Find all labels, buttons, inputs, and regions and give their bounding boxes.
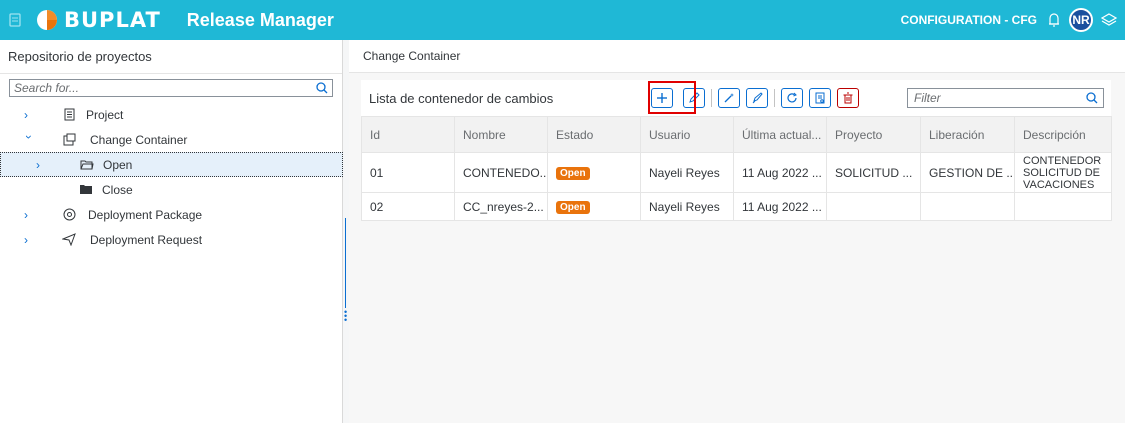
- change-container-table: Id Nombre Estado Usuario Última actual..…: [361, 116, 1112, 221]
- table-row[interactable]: 02 CC_nreyes-2... Open Nayeli Reyes 11 A…: [361, 192, 1112, 221]
- status-badge: Open: [556, 167, 590, 180]
- search-field[interactable]: [9, 79, 333, 97]
- column-header-nombre[interactable]: Nombre: [454, 116, 548, 153]
- search-input[interactable]: [10, 81, 312, 95]
- cell-liberacion: [920, 192, 1015, 221]
- cell-liberacion: GESTION DE ...: [920, 152, 1015, 193]
- change-container-list: Lista de contenedor de cambios Filter Id…: [361, 80, 1112, 221]
- logo-text: BUPLAT: [64, 8, 161, 32]
- cell-nombre: CC_nreyes-2...: [454, 192, 548, 221]
- column-header-ultima-actualizacion[interactable]: Última actual...: [733, 116, 827, 153]
- tree-item-open[interactable]: › Open: [0, 152, 343, 177]
- cell-descripcion: CONTENEDOR SOLICITUD DE VACACIONES: [1014, 152, 1112, 193]
- splitter-grip-icon[interactable]: • • •: [344, 308, 347, 325]
- magic-wand-icon: [724, 93, 734, 103]
- chevron-right-icon[interactable]: ›: [24, 208, 34, 222]
- add-button-highlight: [648, 81, 696, 114]
- tree-item-deployment-request[interactable]: › Deployment Request: [0, 227, 343, 252]
- search-icon[interactable]: [312, 82, 332, 94]
- refresh-button[interactable]: [781, 88, 803, 108]
- cell-estado: Open: [547, 152, 641, 193]
- report-button[interactable]: [809, 88, 831, 108]
- column-header-usuario[interactable]: Usuario: [640, 116, 734, 153]
- tree-item-label: Close: [102, 182, 133, 197]
- package-icon: [62, 208, 76, 222]
- notifications-icon[interactable]: [1047, 12, 1061, 28]
- search-icon[interactable]: [1081, 92, 1103, 104]
- tree-item-label: Deployment Request: [90, 232, 203, 247]
- filter-input[interactable]: [908, 91, 1081, 105]
- column-header-id[interactable]: Id: [361, 116, 455, 153]
- delete-button[interactable]: [837, 88, 859, 108]
- logo[interactable]: BUPLAT: [36, 8, 161, 32]
- status-badge: Open: [556, 201, 590, 214]
- shell-bar: BUPLAT Release Manager CONFIGURATION - C…: [0, 0, 1125, 40]
- send-icon: [62, 233, 76, 247]
- cell-estado: Open: [547, 192, 641, 221]
- open-folder-icon: [80, 158, 94, 172]
- cell-proyecto: [826, 192, 921, 221]
- tree-item-label: Change Container: [90, 132, 188, 147]
- table-row[interactable]: 01 CONTENEDO... Open Nayeli Reyes 11 Aug…: [361, 152, 1112, 193]
- breadcrumb: Change Container: [349, 40, 1125, 73]
- configuration-label[interactable]: CONFIGURATION - CFG: [901, 13, 1037, 27]
- rocket-icon: [752, 92, 763, 104]
- tree-item-label: Deployment Package: [88, 207, 203, 222]
- cell-id: 01: [361, 152, 455, 193]
- tree-item-close[interactable]: Close: [0, 177, 343, 202]
- panel-title: Repositorio de proyectos: [0, 40, 342, 74]
- tree-item-deployment-package[interactable]: › Deployment Package: [0, 202, 343, 227]
- column-header-estado[interactable]: Estado: [547, 116, 641, 153]
- cell-proyecto: SOLICITUD ...: [826, 152, 921, 193]
- chevron-right-icon[interactable]: ›: [24, 108, 34, 122]
- closed-folder-icon: [79, 183, 93, 197]
- cell-descripcion: [1014, 192, 1112, 221]
- tree-item-label: Open: [103, 157, 133, 172]
- cell-usuario: Nayeli Reyes: [640, 152, 734, 193]
- chevron-right-icon[interactable]: ›: [36, 158, 46, 172]
- cell-nombre: CONTENEDO...: [454, 152, 548, 193]
- cell-ultima-actualizacion: 11 Aug 2022 ...: [733, 152, 827, 193]
- column-header-proyecto[interactable]: Proyecto: [826, 116, 921, 153]
- tree-item-label: Project: [86, 107, 124, 122]
- project-icon: [62, 108, 76, 122]
- menu-icon[interactable]: [0, 0, 30, 40]
- column-header-descripcion[interactable]: Descripción: [1014, 116, 1112, 153]
- chevron-right-icon[interactable]: ›: [24, 233, 34, 247]
- splitter-line: [345, 218, 346, 308]
- tree-item-change-container[interactable]: › Change Container: [0, 127, 343, 152]
- logo-icon: [36, 9, 58, 31]
- project-repository-panel: Repositorio de proyectos › Project › Cha…: [0, 40, 343, 423]
- app-title: Release Manager: [186, 9, 334, 30]
- table-header-row: Id Nombre Estado Usuario Última actual..…: [361, 116, 1112, 153]
- column-header-liberacion[interactable]: Liberación: [920, 116, 1015, 153]
- toolbar-separator: [711, 89, 712, 107]
- cell-ultima-actualizacion: 11 Aug 2022 ...: [733, 192, 827, 221]
- deploy-button[interactable]: [746, 88, 768, 108]
- project-tree: › Project › Change Container › Open Clos…: [0, 102, 343, 252]
- filter-field[interactable]: [907, 88, 1104, 108]
- avatar[interactable]: NR: [1069, 8, 1093, 32]
- refresh-icon: [787, 92, 797, 103]
- report-icon: [815, 92, 825, 104]
- cell-usuario: Nayeli Reyes: [640, 192, 734, 221]
- magic-wand-button[interactable]: [718, 88, 740, 108]
- cell-id: 02: [361, 192, 455, 221]
- layers-icon[interactable]: [1101, 13, 1117, 27]
- chevron-down-icon[interactable]: ›: [22, 135, 36, 145]
- main-content: Change Container Lista de contenedor de …: [349, 40, 1125, 423]
- change-container-icon: [62, 133, 76, 147]
- delete-icon: [843, 92, 853, 104]
- tree-item-project[interactable]: › Project: [0, 102, 343, 127]
- toolbar-separator: [774, 89, 775, 107]
- list-title: Lista de contenedor de cambios: [369, 91, 554, 106]
